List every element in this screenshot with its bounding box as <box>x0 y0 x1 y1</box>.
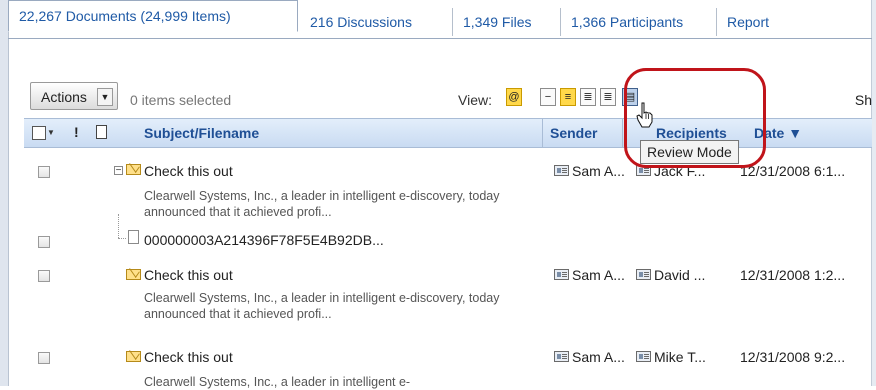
contact-card-icon <box>636 269 651 280</box>
subject-text[interactable]: Check this out <box>144 349 233 365</box>
snippet-text: Clearwell Systems, Inc., a leader in int… <box>144 189 500 219</box>
recipient-cell: Mike T... <box>654 349 706 365</box>
subject-column-header[interactable]: Subject/Filename <box>144 125 259 141</box>
chevron-down-icon[interactable]: ▼ <box>47 128 55 137</box>
show-label[interactable]: Sh <box>855 92 872 108</box>
date-cell: 12/31/2008 9:2... <box>740 349 846 365</box>
preview-view-icon[interactable]: ≣ <box>600 88 616 106</box>
row-checkbox[interactable] <box>38 352 50 364</box>
row-checkbox[interactable] <box>38 166 50 178</box>
tree-connector <box>118 214 119 238</box>
date-cell: 12/31/2008 1:2... <box>740 267 846 283</box>
tree-connector <box>118 238 126 239</box>
row-checkbox[interactable] <box>38 270 50 282</box>
collapse-icon[interactable]: − <box>114 166 123 176</box>
snippet-text: Clearwell Systems, Inc., a leader in int… <box>144 291 500 321</box>
select-all-checkbox[interactable] <box>32 126 46 140</box>
email-icon <box>126 269 141 280</box>
document-icon <box>128 230 139 244</box>
view-label: View: <box>458 92 492 108</box>
tab-files[interactable]: 1,349 Files <box>452 8 541 36</box>
full-view-icon[interactable]: ≣ <box>580 88 596 106</box>
right-frame <box>871 0 876 386</box>
document-type-icon[interactable] <box>96 125 107 139</box>
tab-documents[interactable]: 22,267 Documents (24,999 Items) <box>8 0 298 32</box>
sender-column-header[interactable]: Sender <box>550 125 597 141</box>
row-checkbox[interactable] <box>38 236 50 248</box>
subject-text[interactable]: Check this out <box>144 267 233 283</box>
tab-report[interactable]: Report <box>716 8 779 36</box>
recipient-cell: David ... <box>654 267 706 283</box>
contact-card-icon <box>636 351 651 362</box>
list-view-icon[interactable]: − <box>540 88 556 106</box>
chevron-down-icon[interactable]: ▼ <box>97 88 113 106</box>
email-attachment-icon <box>126 164 141 175</box>
contact-card-icon <box>554 269 569 280</box>
sender-cell: Sam A... <box>572 163 625 179</box>
column-divider <box>542 119 543 147</box>
result-tabs: 22,267 Documents (24,999 Items) 216 Disc… <box>8 0 872 39</box>
left-frame <box>0 0 9 386</box>
contact-card-icon <box>554 165 569 176</box>
column-divider <box>622 119 623 147</box>
attachment-filename[interactable]: 000000003A214396F78F5E4B92DB... <box>144 232 384 248</box>
detail-view-icon[interactable]: ≡ <box>560 88 576 106</box>
attachment-view-icon[interactable]: @ <box>506 88 522 106</box>
flag-column-header[interactable]: ! <box>74 124 79 140</box>
tab-participants[interactable]: 1,366 Participants <box>560 8 693 36</box>
tab-discussions[interactable]: 216 Discussions <box>300 8 422 36</box>
sender-cell: Sam A... <box>572 349 625 365</box>
actions-label: Actions <box>41 89 87 105</box>
snippet-text: Clearwell Systems, Inc., a leader in int… <box>144 375 411 389</box>
actions-button[interactable]: Actions ▼ <box>30 82 118 110</box>
date-cell: 12/31/2008 6:1... <box>740 163 846 179</box>
sender-cell: Sam A... <box>572 267 625 283</box>
contact-card-icon <box>554 351 569 362</box>
subject-text[interactable]: Check this out <box>144 163 233 179</box>
hand-cursor-icon <box>636 102 653 128</box>
items-selected-count: 0 items selected <box>130 92 232 108</box>
email-icon <box>126 351 141 362</box>
